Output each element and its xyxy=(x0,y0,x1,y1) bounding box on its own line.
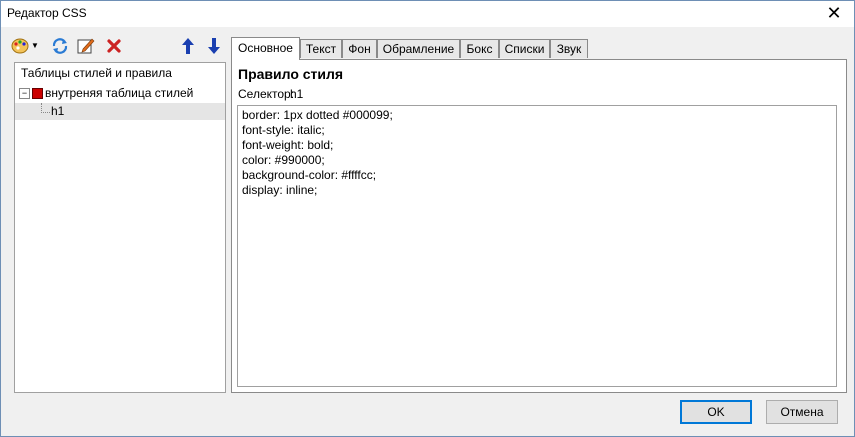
css-line: font-weight: bold; xyxy=(242,138,334,152)
cancel-button[interactable]: Отмена xyxy=(766,400,838,424)
window-title: Редактор CSS xyxy=(7,6,87,20)
css-line: font-style: italic; xyxy=(242,123,325,137)
tree-header: Таблицы стилей и правила xyxy=(21,66,172,80)
tab-sound[interactable]: Звук xyxy=(550,39,588,58)
tab-box[interactable]: Бокс xyxy=(460,39,499,58)
tree-node-label: внутреняя таблица стилей xyxy=(45,86,194,100)
ok-button[interactable]: OK xyxy=(680,400,752,424)
stylesheet-tree: Таблицы стилей и правила − внутреняя табл… xyxy=(14,62,226,393)
delete-icon[interactable] xyxy=(105,37,123,55)
tree-connector xyxy=(41,103,50,113)
tab-background[interactable]: Фон xyxy=(342,39,377,58)
title-bar: Редактор CSS ✕ xyxy=(1,1,854,27)
tree-item-label: h1 xyxy=(51,104,65,118)
css-line: background-color: #ffffcc; xyxy=(242,168,377,182)
selector-label: Селектор: xyxy=(238,87,295,101)
rule-title: Правило стиля xyxy=(238,66,344,82)
edit-icon[interactable] xyxy=(77,37,95,55)
tree-node-internal-stylesheet[interactable]: − внутреняя таблица стилей xyxy=(19,85,193,101)
dropdown-arrow-icon[interactable]: ▼ xyxy=(31,37,39,55)
refresh-icon[interactable] xyxy=(51,37,69,55)
move-up-icon[interactable] xyxy=(179,37,197,55)
tab-text[interactable]: Текст xyxy=(300,39,342,58)
toolbar: ▼ xyxy=(11,37,225,57)
collapse-icon[interactable]: − xyxy=(19,88,30,100)
selector-value[interactable]: h1 xyxy=(290,87,303,101)
tree-item-h1[interactable]: h1 xyxy=(15,103,225,120)
close-icon[interactable]: ✕ xyxy=(822,3,846,23)
move-down-icon[interactable] xyxy=(205,37,223,55)
tab-border[interactable]: Обрамление xyxy=(377,39,460,58)
stylesheet-icon xyxy=(32,88,43,100)
tab-main[interactable]: Основное xyxy=(231,37,300,60)
css-line: border: 1px dotted #000099; xyxy=(242,108,393,122)
tab-panel-main: Правило стиля Селектор: h1 border: 1px d… xyxy=(231,59,847,393)
palette-icon[interactable] xyxy=(11,37,29,55)
css-line: color: #990000; xyxy=(242,153,325,167)
css-textarea[interactable]: border: 1px dotted #000099; font-style: … xyxy=(237,105,837,387)
tab-lists[interactable]: Списки xyxy=(499,39,550,58)
css-line: display: inline; xyxy=(242,183,318,197)
css-editor-window: Редактор CSS ✕ ▼ Таблицы стилей и правил… xyxy=(0,0,855,437)
